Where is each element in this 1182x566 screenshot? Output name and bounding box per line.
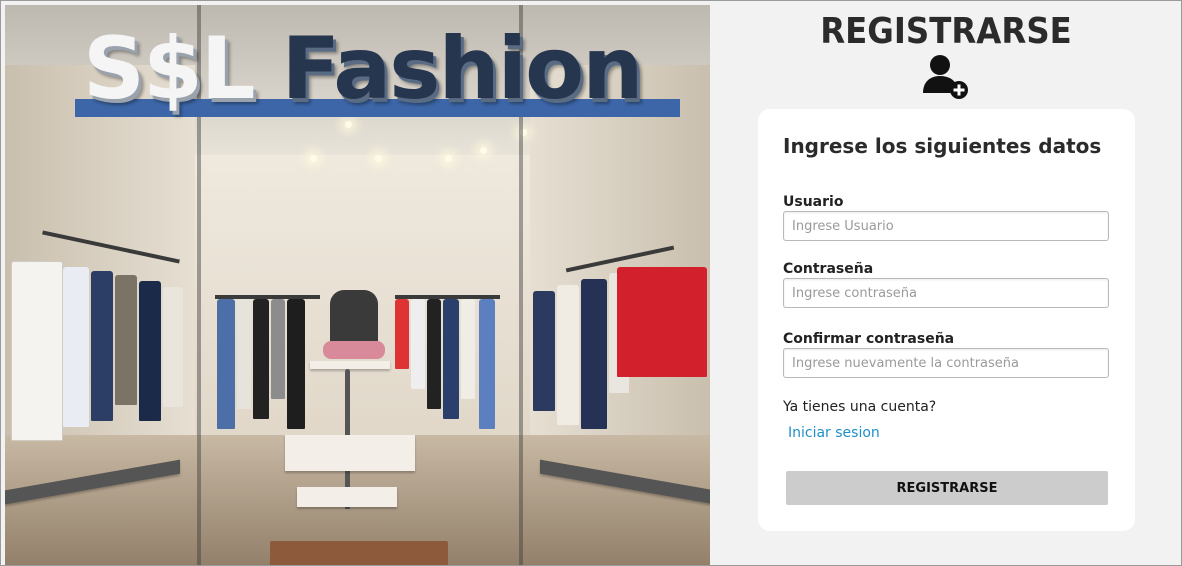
garment <box>139 281 161 421</box>
garment <box>395 299 409 369</box>
garment <box>479 299 495 429</box>
ceiling-light <box>345 121 352 128</box>
garment <box>533 291 555 411</box>
garment <box>581 279 607 429</box>
garment <box>557 285 579 425</box>
username-label: Usuario <box>783 194 844 210</box>
garment <box>461 299 475 399</box>
password-input[interactable] <box>783 278 1109 308</box>
register-card: Ingrese los siguientes datos Usuario Con… <box>758 109 1135 531</box>
garment <box>217 299 235 429</box>
app-frame: S$L Fashion REGISTRARSE Ingrese los sigu… <box>0 0 1182 566</box>
handbag <box>323 341 385 359</box>
ceiling-light <box>445 155 452 162</box>
confirm-password-label: Confirmar contraseña <box>783 331 955 347</box>
garment <box>163 287 183 407</box>
ceiling-light <box>310 155 317 162</box>
form-heading: Ingrese los siguientes datos <box>783 134 1102 158</box>
page-title: REGISTRARSE <box>820 11 1072 52</box>
username-input[interactable] <box>783 211 1109 241</box>
sign-brand-part2: Fashion <box>281 19 644 119</box>
garment <box>287 299 305 429</box>
ceiling-light <box>480 147 487 154</box>
garment <box>617 267 707 377</box>
garment <box>427 299 441 409</box>
user-plus-icon <box>923 55 968 99</box>
garment <box>63 267 89 427</box>
garment <box>443 299 459 419</box>
entrance-rug <box>270 541 448 565</box>
garment <box>253 299 269 419</box>
garment <box>11 261 63 441</box>
account-prompt: Ya tienes una cuenta? <box>783 399 937 415</box>
garment <box>91 271 113 421</box>
login-link[interactable]: Iniciar sesion <box>788 425 880 441</box>
garment <box>237 299 251 409</box>
garment <box>271 299 285 399</box>
register-button[interactable]: REGISTRARSE <box>786 471 1108 505</box>
store-sign: S$L Fashion <box>83 19 644 119</box>
confirm-password-input[interactable] <box>783 348 1109 378</box>
garment <box>115 275 137 405</box>
display-table <box>310 361 390 369</box>
display-table <box>297 487 397 507</box>
store-image: S$L Fashion <box>5 5 710 565</box>
garment <box>411 299 425 389</box>
sign-brand-part1: S$L <box>83 19 256 119</box>
ceiling-light <box>375 155 382 162</box>
password-label: Contraseña <box>783 261 874 277</box>
display-table <box>285 435 415 471</box>
